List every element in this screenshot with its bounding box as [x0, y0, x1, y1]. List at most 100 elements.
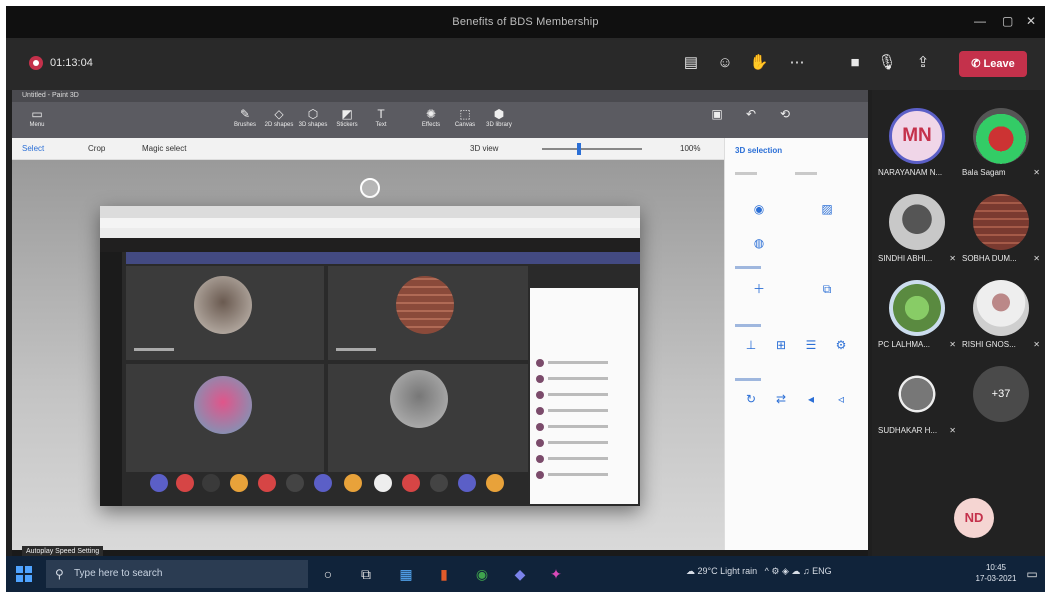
- paint3d-icon[interactable]: ✦: [546, 564, 566, 584]
- inner-name-bar: [336, 348, 376, 351]
- minimize-icon[interactable]: —: [974, 14, 986, 28]
- inner-list-item: [536, 454, 632, 464]
- drawing-canvas[interactable]: [12, 160, 724, 550]
- teams-meeting-window: Benefits of BDS Membership — ▢ ✕ 01:13:0…: [6, 6, 1045, 592]
- tool-text[interactable]: T Text: [364, 106, 398, 134]
- history-icon: ⟲: [779, 107, 791, 121]
- paste-button[interactable]: ▣: [700, 106, 734, 134]
- text-icon: T: [377, 107, 385, 121]
- tool-stickers[interactable]: ◩ Stickers: [330, 106, 364, 134]
- menu-label: Menu: [29, 122, 45, 128]
- office-icon[interactable]: ▮: [434, 564, 454, 584]
- canvas-icon: ⬚: [459, 107, 471, 121]
- tool-2d-shapes[interactable]: ◇ 2D shapes: [262, 106, 296, 134]
- tool-canvas[interactable]: ⬚ Canvas: [448, 106, 482, 134]
- participant-tile[interactable]: RISHI GNOS... ✕: [962, 278, 1040, 360]
- undo-button[interactable]: ↶: [734, 106, 768, 134]
- inner-list-item: [536, 390, 632, 400]
- participant-tile[interactable]: SOBHA DUM... ✕: [962, 192, 1040, 274]
- align-left-icon[interactable]: ⊥: [739, 334, 763, 356]
- reactions-icon[interactable]: ☺: [712, 52, 738, 74]
- participant-name: PC LALHMA...: [878, 340, 931, 349]
- tool-label: 3D shapes: [298, 122, 328, 128]
- participant-tile[interactable]: Bala Sagam ✕: [962, 106, 1040, 188]
- participants-gallery: MN NARAYANAM N... Bala Sagam ✕ SINDHI AB…: [872, 90, 1045, 556]
- camera-icon[interactable]: ■: [842, 52, 868, 74]
- tool-label: 3D library: [486, 122, 512, 128]
- zoom-level: 100%: [680, 144, 701, 153]
- add-icon[interactable]: ＋: [747, 278, 771, 300]
- participant-tile[interactable]: PC LALHMA... ✕: [878, 278, 956, 360]
- close-icon[interactable]: ✕: [1026, 14, 1036, 28]
- participant-tile[interactable]: SINDHI ABHI... ✕: [878, 192, 956, 274]
- tool-3d-library[interactable]: ⬢ 3D library: [482, 106, 516, 134]
- raise-hand-icon[interactable]: ✋: [746, 52, 772, 74]
- more-icon[interactable]: ⋯: [784, 52, 810, 74]
- rotate-icon[interactable]: ↻: [739, 388, 763, 410]
- history-button[interactable]: ⟲: [768, 106, 802, 134]
- inner-avatar: [194, 376, 252, 434]
- mic-icon[interactable]: 🎙: [874, 52, 900, 74]
- zoom-slider-knob[interactable]: [577, 143, 581, 155]
- view-3d-command[interactable]: 3D view: [470, 144, 498, 153]
- inner-avatar: [390, 370, 448, 428]
- tray-icons: ^ ⚙ ◈ ☁ ♫ ENG: [759, 566, 832, 576]
- inner-avatar: [396, 276, 454, 334]
- settings-icon[interactable]: ⚙: [829, 334, 853, 356]
- sphere-icon[interactable]: ◉: [747, 198, 771, 220]
- emoji-icon: [402, 474, 420, 492]
- maximize-icon[interactable]: ▢: [1002, 14, 1013, 28]
- globe-icon[interactable]: ◍: [747, 232, 771, 254]
- shapes-3d-icon: ⬡: [307, 107, 319, 121]
- windows-start-icon[interactable]: [16, 566, 32, 582]
- meeting-toolbar: 01:13:04 ▤ ☺ ✋ ⋯ ■ 🎙 ⇪ ✆ Leave: [6, 38, 1045, 90]
- participant-tile[interactable]: MN NARAYANAM N...: [878, 106, 956, 188]
- leave-button[interactable]: ✆ Leave: [959, 51, 1027, 77]
- emoji-icon: [202, 474, 220, 492]
- taskbar-clock[interactable]: 10:45 17-03-2021: [966, 562, 1026, 584]
- taskbar-search-input[interactable]: ⚲ Type here to search: [46, 560, 308, 588]
- notification-icon[interactable]: ▭: [1022, 564, 1042, 584]
- teams-icon[interactable]: ◆: [510, 564, 530, 584]
- crop-command[interactable]: Crop: [88, 144, 105, 153]
- app-titlebar: Untitled - Paint 3D: [12, 90, 868, 102]
- select-command[interactable]: Select: [22, 144, 44, 153]
- tool-effects[interactable]: ✺ Effects: [414, 106, 448, 134]
- search-placeholder: Type here to search: [74, 568, 163, 579]
- more-participants-button[interactable]: +37: [962, 364, 1040, 446]
- emoji-icon: [430, 474, 448, 492]
- magic-select-command[interactable]: Magic select: [142, 144, 186, 153]
- inner-list-item: [536, 358, 632, 368]
- inner-list-item: [536, 374, 632, 384]
- align-right-icon[interactable]: ☰: [799, 334, 823, 356]
- share-icon[interactable]: ⇪: [910, 52, 936, 74]
- copy-icon[interactable]: ⧉: [815, 278, 839, 300]
- menu-button[interactable]: ▭ Menu: [20, 106, 54, 134]
- participant-tile[interactable]: SUDHAKAR H... ✕: [878, 364, 956, 446]
- avatar: [889, 280, 945, 336]
- brush-icon: ✎: [239, 107, 251, 121]
- tool-label: Stickers: [336, 122, 358, 128]
- app-icon[interactable]: ▦: [396, 564, 416, 584]
- arrow-right-icon[interactable]: ◃: [829, 388, 853, 410]
- align-center-icon[interactable]: ⊞: [769, 334, 793, 356]
- tool-brushes[interactable]: ✎ Brushes: [228, 106, 262, 134]
- tool-3d-shapes[interactable]: ⬡ 3D shapes: [296, 106, 330, 134]
- arrow-left-icon[interactable]: ◂: [799, 388, 823, 410]
- flip-icon[interactable]: ⇄: [769, 388, 793, 410]
- tool-label: Canvas: [454, 122, 476, 128]
- emoji-icon: [150, 474, 168, 492]
- command-bar: Select Crop Magic select 3D view 100%: [12, 138, 724, 160]
- task-view-icon[interactable]: ⧉: [356, 564, 376, 584]
- zoom-slider[interactable]: [542, 148, 642, 150]
- sticker-icon: ◩: [341, 107, 353, 121]
- cortana-icon[interactable]: ○: [318, 564, 338, 584]
- chrome-icon[interactable]: ◉: [472, 564, 492, 584]
- tool-label: Brushes: [233, 122, 256, 128]
- image-icon[interactable]: ▨: [815, 198, 839, 220]
- inner-app-rail: [100, 252, 122, 506]
- inner-list-item: [536, 470, 632, 480]
- chat-icon[interactable]: ▤: [678, 52, 704, 74]
- side-pane-label: [735, 172, 757, 175]
- search-icon: ⚲: [55, 567, 64, 581]
